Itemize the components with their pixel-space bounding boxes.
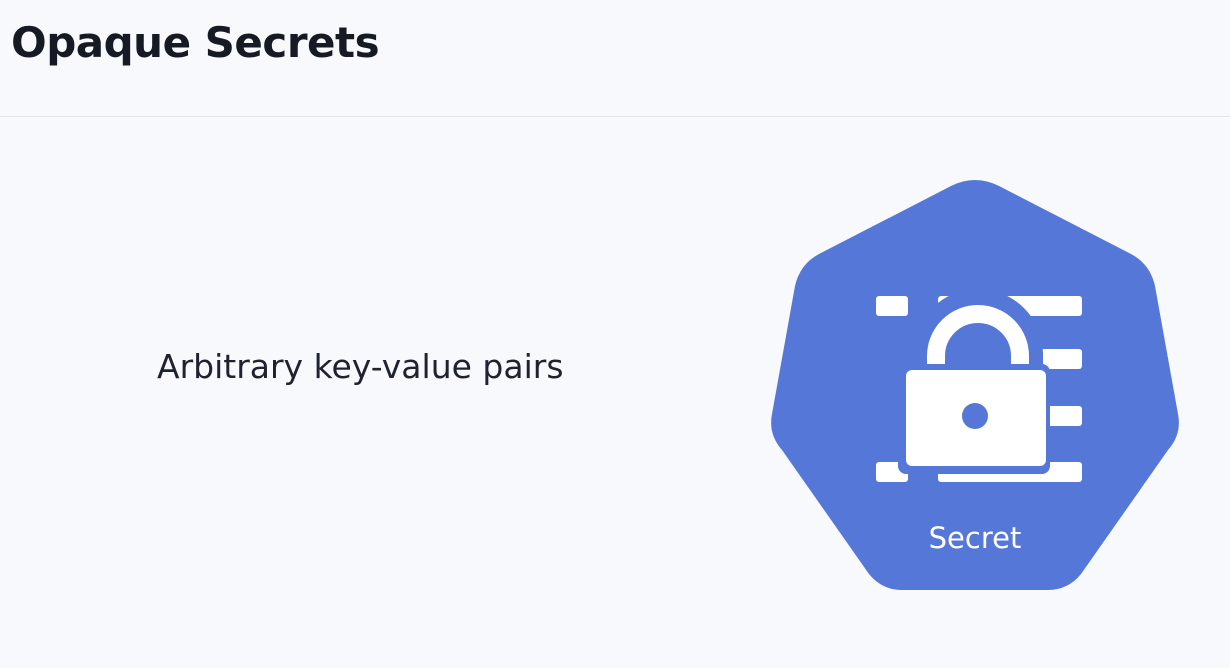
page-title: Opaque Secrets bbox=[11, 18, 380, 67]
secret-type-description: Arbitrary key-value pairs bbox=[157, 347, 564, 386]
page-header: Opaque Secrets bbox=[0, 0, 1230, 117]
secret-icon-label: Secret bbox=[928, 521, 1022, 555]
list-bullet-1 bbox=[876, 296, 908, 316]
